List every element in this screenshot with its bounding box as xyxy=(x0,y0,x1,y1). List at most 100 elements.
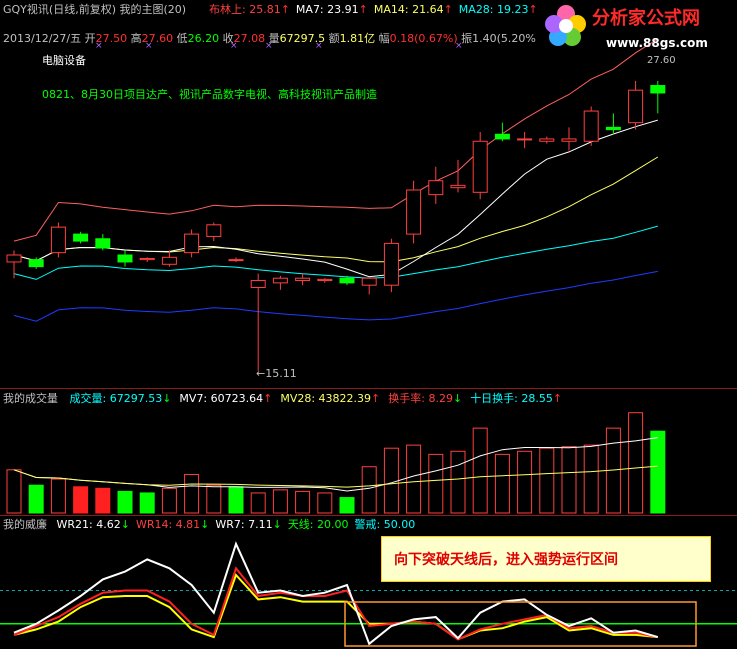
volume-indicator-0: 成交量: 67297.53 xyxy=(69,392,163,405)
candle-body xyxy=(539,138,555,142)
volume-bar xyxy=(295,490,311,514)
candle-body xyxy=(494,133,510,140)
volume-bar xyxy=(494,453,510,514)
logo-name: 分析家公式网 xyxy=(592,8,700,29)
volume-bar xyxy=(250,492,266,514)
wr7-line xyxy=(13,573,658,641)
volume-bar xyxy=(184,473,200,514)
volume-bar xyxy=(472,427,488,514)
volume-bar xyxy=(317,492,333,514)
volume-bar xyxy=(539,447,555,514)
candle-body xyxy=(272,277,288,284)
open-value: 27.50 xyxy=(95,32,128,45)
volume-bar xyxy=(272,489,288,514)
wr-indicator-4: 警戒: 50.00 xyxy=(354,518,416,531)
volume-indicators: 成交量: 67297.53↓ MV7: 60723.64↑ MV28: 43822.… xyxy=(62,392,563,405)
volume-indicator-arrow-3: ↓ xyxy=(452,392,463,405)
volume-bar xyxy=(383,447,399,514)
wr-indicator-2: WR7: 7.11 xyxy=(215,518,273,531)
main-indicator-arrow-0: ↑ xyxy=(280,3,290,16)
volume-bar xyxy=(6,469,22,514)
main-indicator-arrow-1: ↑ xyxy=(358,3,368,16)
candle-body xyxy=(583,110,599,142)
candle-body xyxy=(628,89,644,124)
wr-indicator-1: WR14: 4.81 xyxy=(135,518,201,531)
volume-bar xyxy=(361,466,377,514)
volume-bar xyxy=(561,446,577,514)
volume-indicator-4: 十日换手: 28.55 xyxy=(470,392,553,405)
main-indicator-2: MA14: 21.64 xyxy=(373,3,444,16)
amplitude-label: 振 xyxy=(461,32,473,45)
change-label: 幅 xyxy=(378,32,390,45)
candle-body xyxy=(95,238,111,249)
info-row: 2013/12/27/五 开27.50 高27.60 低26.20 收27.08… xyxy=(3,32,536,45)
volume-bar xyxy=(450,450,466,514)
candle-body xyxy=(28,259,44,268)
volume-bar xyxy=(139,492,155,514)
close-label: 收 xyxy=(222,32,234,45)
volume-label: 量 xyxy=(268,32,280,45)
candle-body xyxy=(250,280,266,288)
candle-body xyxy=(228,259,244,262)
volume-bar xyxy=(161,487,177,514)
ma14-line xyxy=(13,156,659,263)
low-price-marker: ←15.11 xyxy=(256,367,297,380)
candle-body xyxy=(6,254,22,263)
amount-label: 额 xyxy=(328,32,340,45)
candle-body xyxy=(406,189,422,235)
candle-body xyxy=(561,138,577,142)
volume-bar xyxy=(583,444,599,514)
volume-bar xyxy=(50,478,66,514)
wr-indicator-arrow-1: ↓ xyxy=(200,518,210,531)
volume-bar xyxy=(650,430,666,514)
candle-body xyxy=(517,138,533,141)
volume-bar xyxy=(28,484,44,514)
candle-body xyxy=(339,277,355,284)
chart-title: GQY视讯(日线,前复权) 我的主图(20) xyxy=(3,3,187,16)
candle-body xyxy=(184,233,200,254)
candle-body xyxy=(472,140,488,193)
candle-body xyxy=(383,242,399,286)
volume-indicator-2: MV28: 43822.39 xyxy=(280,392,372,405)
volume-mv28-line xyxy=(13,465,658,488)
amplitude-value: 1.40(5.20% xyxy=(472,32,536,45)
candle-body xyxy=(295,277,311,282)
volume-bar xyxy=(206,484,222,514)
volume-value: 67297.5 xyxy=(279,32,326,45)
low-value: 26.20 xyxy=(187,32,220,45)
wr-indicators: WR21: 4.62↓ WR14: 4.81↓ WR7: 7.11↓ 天线: 20.0… xyxy=(51,518,416,531)
volume-bar xyxy=(228,486,244,514)
volume-bar xyxy=(517,450,533,514)
candle-body xyxy=(428,180,444,196)
volume-bar xyxy=(73,486,89,514)
annotation-text: 向下突破天线后，进入强势运行区间 xyxy=(394,552,618,568)
candle-body xyxy=(605,126,621,131)
volume-indicator-arrow-4: ↑ xyxy=(552,392,563,405)
candle-body xyxy=(117,254,133,263)
panel-divider-wr xyxy=(0,515,737,516)
volume-indicator-1: MV7: 60723.64 xyxy=(179,392,264,405)
site-logo[interactable]: 分析家公式网 www.88gs.com xyxy=(544,2,734,62)
volume-bar xyxy=(95,487,111,514)
main-indicators: 布林上: 25.81↑ MA7: 23.91↑ MA14: 21.64↑ MA28: … xyxy=(203,3,538,16)
amount-value: 1.81亿 xyxy=(339,32,376,45)
candle-body xyxy=(650,85,666,94)
main-indicator-0: 布林上: 25.81 xyxy=(209,3,281,16)
candle-body xyxy=(161,256,177,265)
volume-panel-header: 我的成交量 成交量: 67297.53↓ MV7: 60723.64↑ MV28: … xyxy=(3,392,562,405)
boll-upper-line xyxy=(13,38,659,242)
candle-body xyxy=(50,226,66,254)
close-value: 27.08 xyxy=(233,32,266,45)
news-label: 0821、8月30日项目达产、视讯产品数字电视、高科技视讯产品制造 xyxy=(42,88,377,101)
logo-url: www.88gs.com xyxy=(606,36,708,50)
main-indicator-arrow-3: ↑ xyxy=(528,3,538,16)
annotation-callout: 向下突破天线后，进入强势运行区间 xyxy=(381,536,711,582)
candle-body xyxy=(317,278,333,282)
volume-bar xyxy=(628,412,644,514)
volume-bar xyxy=(406,444,422,514)
volume-indicator-arrow-2: ↑ xyxy=(371,392,381,405)
candle-body xyxy=(206,224,222,237)
open-label: 开 xyxy=(84,32,96,45)
change-value: 0.18(0.67%) xyxy=(389,32,458,45)
wr-indicator-0: WR21: 4.62 xyxy=(56,518,121,531)
